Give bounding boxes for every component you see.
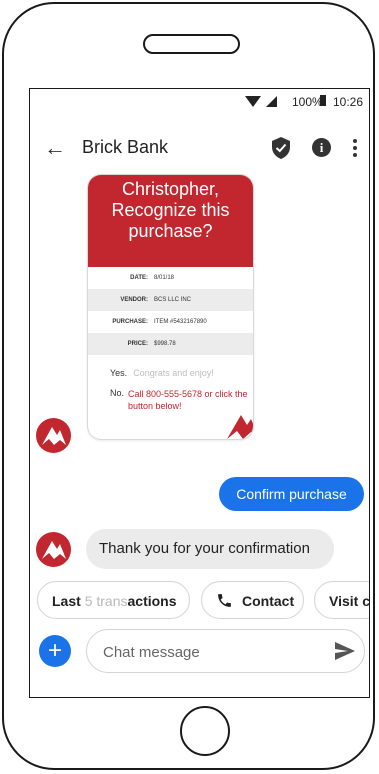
yes-text: Congrats and enjoy!: [133, 368, 214, 378]
no-text: Call 800-555-5678 or click the button be…: [128, 389, 248, 411]
info-icon[interactable]: i: [312, 138, 331, 157]
brick-bank-logo-icon: [42, 541, 66, 559]
status-bar: 100% 10:26: [30, 89, 369, 115]
more-vert-icon[interactable]: [352, 137, 358, 159]
chip-label: Visit clo: [329, 593, 370, 609]
detail-value: $998.78: [154, 341, 176, 347]
wifi-icon: [245, 96, 261, 107]
card-heading-line: purchase?: [128, 221, 213, 241]
card-details: DATE: 8/01/18 VENDOR: BCS LLC INC PURCHASE…: [88, 267, 253, 355]
detail-label: PURCHASE:: [112, 319, 148, 325]
chip-label-part: actions: [127, 593, 177, 609]
screen: 100% 10:26 ← Brick Bank i Christopher, R…: [29, 88, 370, 698]
battery-icon: [320, 95, 326, 106]
detail-label: PRICE:: [127, 341, 148, 347]
battery-percent: 100%: [292, 95, 323, 109]
add-button[interactable]: +: [39, 635, 71, 667]
contact-chip[interactable]: Contact: [201, 581, 304, 619]
status-time: 10:26: [333, 95, 364, 109]
detail-row-price: PRICE: $998.78: [88, 333, 253, 355]
yes-label: Yes.: [110, 368, 128, 378]
detail-value: BCS LLC INC: [154, 297, 192, 303]
detail-label: VENDOR:: [120, 297, 148, 303]
verified-shield-icon[interactable]: [271, 137, 291, 159]
card-heading-line: Recognize this: [111, 200, 230, 220]
brick-bank-logo-icon: [227, 415, 253, 439]
detail-row-vendor: VENDOR: BCS LLC INC: [88, 289, 253, 311]
send-icon[interactable]: [335, 642, 355, 660]
detail-label: DATE:: [130, 275, 148, 281]
no-label: No.: [110, 388, 125, 398]
app-bar: ← Brick Bank i: [30, 127, 369, 171]
brick-bank-logo-icon: [42, 427, 66, 445]
chip-label: Contact: [242, 593, 295, 609]
conversation-title: Brick Bank: [82, 137, 169, 157]
yes-option: Yes. Congrats and enjoy!: [110, 368, 214, 378]
home-button[interactable]: [180, 706, 230, 756]
chip-label-part: 5 trans: [84, 593, 128, 609]
incoming-message: Thank you for your confirmation: [86, 529, 334, 569]
compose-field: [86, 629, 365, 673]
detail-row-purchase: PURCHASE: ITEM #5432167890: [88, 311, 253, 333]
purchase-card: Christopher, Recognize this purchase? DA…: [88, 175, 253, 439]
card-heading: Christopher, Recognize this purchase?: [88, 175, 253, 267]
speaker-grille: [143, 34, 240, 54]
visit-chip[interactable]: Visit clo: [314, 581, 370, 619]
outgoing-message: Confirm purchase: [219, 477, 364, 511]
no-option: No. Call 800-555-5678 or click the butto…: [110, 388, 248, 411]
detail-row-date: DATE: 8/01/18: [88, 267, 253, 289]
detail-value: 8/01/18: [154, 275, 175, 281]
signal-icon: [266, 96, 277, 107]
last-transactions-chip[interactable]: Last 5 transactions: [37, 581, 190, 619]
chip-label-part: Last: [52, 593, 81, 609]
card-heading-line: Christopher,: [121, 179, 220, 199]
phone-frame: 100% 10:26 ← Brick Bank i Christopher, R…: [2, 2, 375, 770]
bank-avatar: [36, 532, 71, 567]
chat-message-input[interactable]: [101, 640, 325, 664]
detail-value: ITEM #5432167890: [154, 319, 207, 325]
phone-icon: [218, 594, 231, 607]
back-arrow-icon[interactable]: ←: [44, 135, 66, 161]
bank-avatar: [36, 418, 71, 453]
